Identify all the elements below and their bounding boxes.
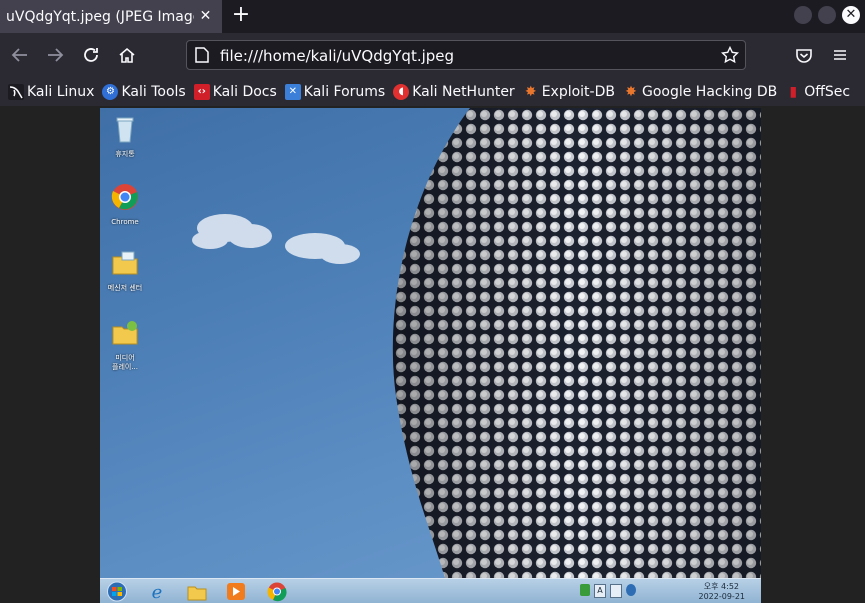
desktop-icon-chrome[interactable]: Chrome bbox=[100, 182, 150, 227]
chrome-taskbar-icon[interactable] bbox=[266, 581, 288, 602]
home-button[interactable] bbox=[113, 41, 141, 69]
bookmark-kali-linux[interactable]: Kali Linux bbox=[8, 84, 94, 100]
clock-date[interactable]: 2022-09-21 bbox=[699, 592, 746, 601]
tray-help-icon[interactable] bbox=[626, 584, 636, 596]
bookmark-exploit-db[interactable]: ✸ Exploit-DB bbox=[523, 84, 615, 100]
kali-tools-icon: ⚙ bbox=[102, 84, 119, 100]
media-player-folder-icon bbox=[112, 321, 138, 345]
menu-button[interactable] bbox=[826, 41, 854, 69]
back-button[interactable] bbox=[6, 41, 34, 69]
bookmark-kali-docs[interactable]: ‹› Kali Docs bbox=[193, 84, 277, 100]
pocket-button[interactable] bbox=[790, 41, 818, 69]
system-tray: A bbox=[580, 584, 660, 598]
minimize-button[interactable] bbox=[794, 6, 812, 24]
offsec-icon: ▮ bbox=[789, 84, 798, 100]
page-icon bbox=[195, 47, 209, 63]
new-tab-button[interactable]: + bbox=[230, 4, 252, 26]
desktop-icon-recycle-bin[interactable]: 휴지통 bbox=[100, 114, 150, 159]
cloud bbox=[192, 214, 360, 264]
kali-forums-icon: ✕ bbox=[284, 84, 301, 100]
kali-docs-icon: ‹› bbox=[193, 84, 210, 100]
hamburger-menu-icon bbox=[834, 50, 846, 60]
desktop-icon-messenger-center[interactable]: 메신저 센터 bbox=[100, 248, 150, 293]
bookmark-kali-forums[interactable]: ✕ Kali Forums bbox=[284, 84, 385, 100]
tray-volume-icon[interactable] bbox=[652, 584, 660, 596]
internet-explorer-icon[interactable]: e bbox=[146, 581, 168, 602]
nethunter-icon: ◖ bbox=[393, 84, 410, 100]
kali-dragon-icon bbox=[8, 84, 24, 100]
clock-time[interactable]: 오후 4:52 bbox=[704, 581, 739, 592]
exploit-db-icon: ✸ bbox=[524, 84, 537, 100]
forward-button[interactable] bbox=[41, 41, 69, 69]
start-orb-icon[interactable] bbox=[106, 581, 128, 602]
back-arrow-icon bbox=[11, 48, 27, 62]
recycle-bin-icon bbox=[116, 117, 134, 143]
home-icon bbox=[119, 47, 135, 63]
media-player-icon[interactable] bbox=[225, 581, 247, 602]
messenger-folder-icon bbox=[112, 251, 138, 275]
bookmark-google-hacking-db[interactable]: ✸ Google Hacking DB bbox=[623, 84, 777, 100]
wallpaper-art bbox=[192, 108, 761, 578]
chrome-icon bbox=[111, 184, 138, 210]
address-bar[interactable]: file:///home/kali/uVQdgYqt.jpeg bbox=[186, 40, 746, 70]
tray-network-icon[interactable] bbox=[640, 584, 648, 596]
tray-hanja-icon[interactable] bbox=[610, 584, 622, 598]
bookmark-star-icon[interactable] bbox=[721, 46, 739, 64]
bookmark-offsec[interactable]: ▮ OffSec bbox=[785, 84, 850, 100]
forward-arrow-icon bbox=[48, 48, 64, 62]
image-viewer: 휴지통 Chrome 메신저 센터 미디어 플레이... e A 오후 4:52… bbox=[0, 106, 865, 603]
window-close-button[interactable]: ✕ bbox=[842, 6, 860, 24]
tray-ime-icon[interactable]: A bbox=[594, 584, 606, 598]
displayed-image: 휴지통 Chrome 메신저 센터 미디어 플레이... e A 오후 4:52… bbox=[100, 108, 761, 603]
svg-text:e: e bbox=[152, 582, 163, 602]
file-explorer-icon[interactable] bbox=[186, 581, 208, 602]
tab-title: uVQdgYqt.jpeg (JPEG Image, bbox=[6, 8, 194, 25]
pocket-icon bbox=[796, 49, 812, 63]
tab-current[interactable]: uVQdgYqt.jpeg (JPEG Image, ✕ bbox=[0, 0, 222, 33]
navigation-toolbar: file:///home/kali/uVQdgYqt.jpeg bbox=[0, 33, 865, 78]
maximize-button[interactable] bbox=[818, 6, 836, 24]
url-text: file:///home/kali/uVQdgYqt.jpeg bbox=[220, 47, 455, 65]
tab-close-icon[interactable]: ✕ bbox=[197, 8, 214, 25]
tab-strip: uVQdgYqt.jpeg (JPEG Image, ✕ + ✕ bbox=[0, 0, 865, 33]
tray-shield-icon[interactable] bbox=[580, 584, 590, 596]
reload-button[interactable] bbox=[77, 41, 105, 69]
ghdb-icon: ✸ bbox=[625, 84, 637, 100]
windows-taskbar: e A 오후 4:52 2022-09-21 bbox=[100, 578, 761, 603]
reload-icon bbox=[84, 48, 98, 62]
bookmark-kali-tools[interactable]: ⚙ Kali Tools bbox=[102, 84, 186, 100]
desktop-icon-media-player[interactable]: 미디어 플레이... bbox=[100, 318, 150, 372]
bookmarks-toolbar: Kali Linux ⚙ Kali Tools ‹› Kali Docs ✕ K… bbox=[0, 78, 865, 106]
bookmark-kali-nethunter[interactable]: ◖ Kali NetHunter bbox=[393, 84, 515, 100]
